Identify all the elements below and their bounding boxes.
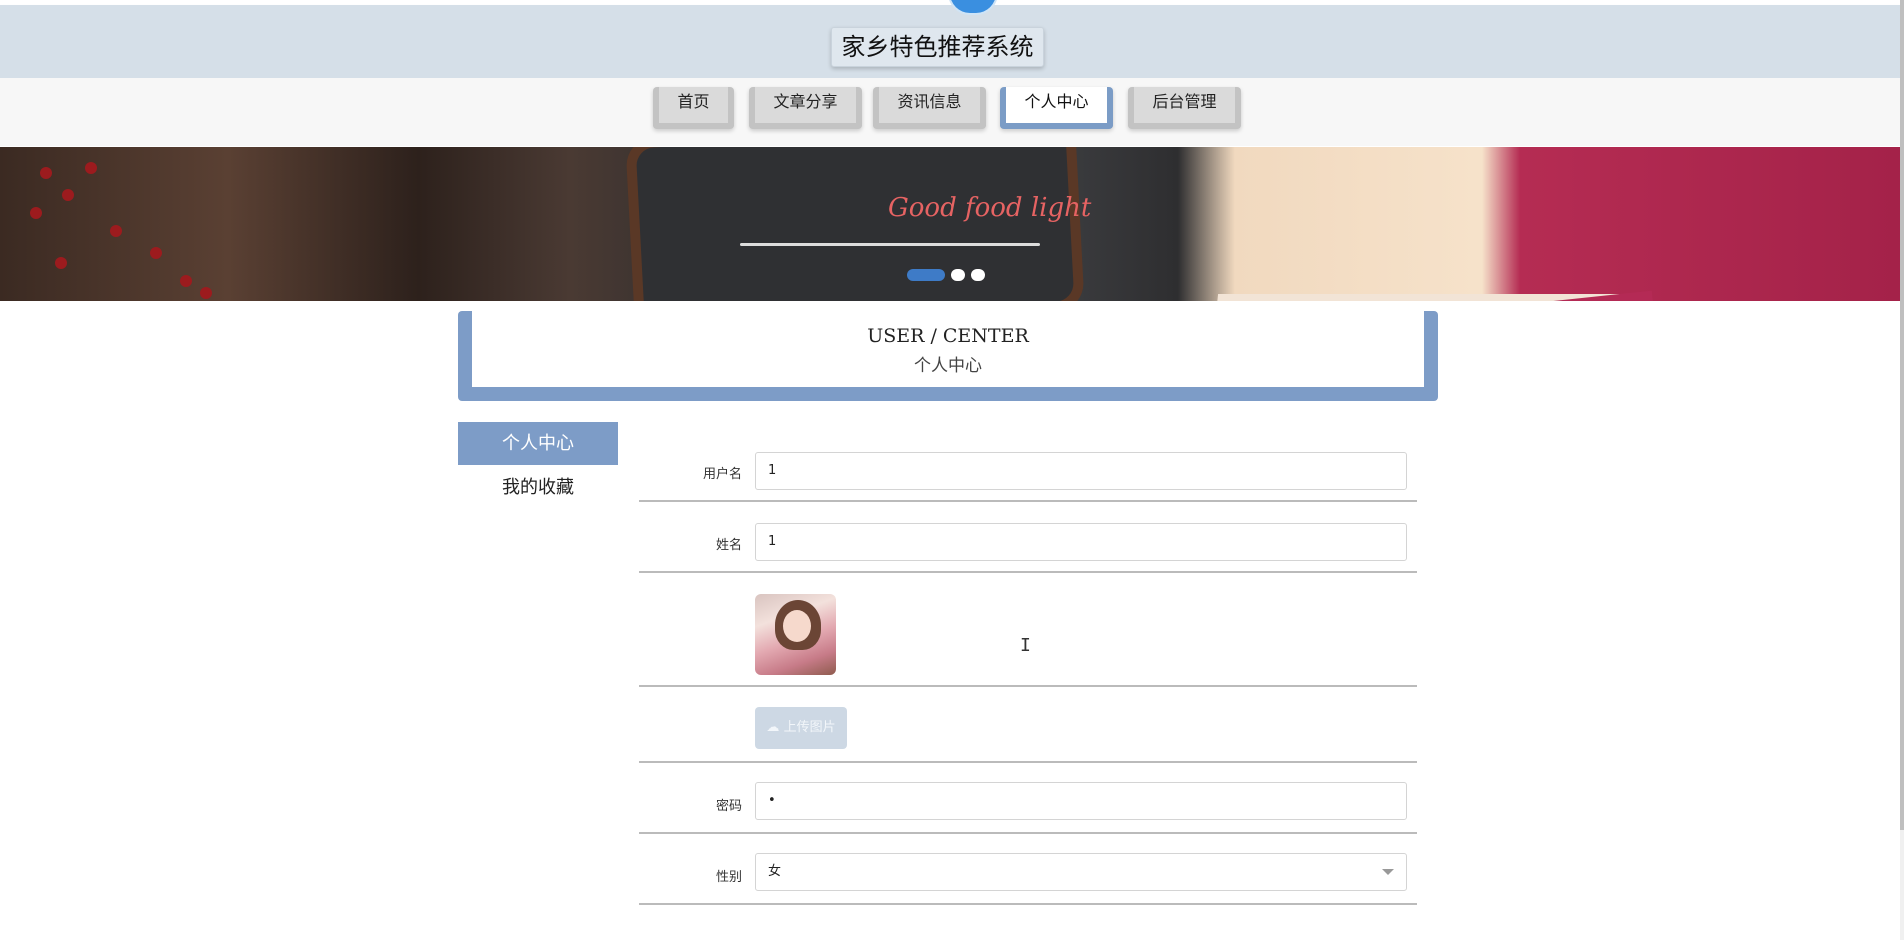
form-row-name: 姓名 1 [639,511,1417,573]
upload-button-label: 上传图片 [783,720,836,735]
nav-item-news[interactable]: 资讯信息 [873,87,986,129]
name-input[interactable]: 1 [755,523,1407,561]
main-nav: 首页 文章分享 资讯信息 个人中心 后台管理 [0,78,1900,146]
site-header: 家乡特色推荐系统 [0,0,1900,78]
avatar-image[interactable] [755,594,836,675]
gender-label: 性别 [715,870,742,885]
banner-slogan: Good food light [888,193,1092,223]
form-row-password: 密码 • [639,772,1417,834]
scrollbar-thumb[interactable] [1900,0,1904,830]
form-row-username: 用户名 1 [639,440,1417,502]
nav-item-user-center[interactable]: 个人中心 [1000,87,1113,129]
password-label: 密码 [715,799,742,814]
form-row-upload: ☁ 上传图片 [639,687,1417,763]
gender-select-value: 女 [768,864,782,879]
username-label: 用户名 [702,467,742,482]
sidebar-item-favorites[interactable]: 我的收藏 [458,466,618,509]
form-row-avatar [639,574,1417,687]
carousel-dot[interactable] [971,269,985,281]
avatar-icon[interactable] [948,0,998,15]
nav-item-home[interactable]: 首页 [653,87,734,129]
nav-item-articles[interactable]: 文章分享 [749,87,862,129]
site-title: 家乡特色推荐系统 [831,27,1044,67]
text-cursor-icon: I [1020,635,1031,656]
banner-divider [740,243,1040,246]
section-heading: USER / CENTER 个人中心 [458,311,1438,401]
form-row-gender: 性别 女 [639,843,1417,905]
page-scrollbar[interactable] [1900,0,1904,940]
banner-carousel[interactable] [0,147,1900,301]
sidebar-item-user-center[interactable]: 个人中心 [458,422,618,465]
section-title-cn: 个人中心 [914,356,982,376]
username-input[interactable]: 1 [755,452,1407,490]
banner-board-image [635,147,1075,301]
upload-image-button[interactable]: ☁ 上传图片 [755,707,847,749]
carousel-dot[interactable] [951,269,965,281]
password-input[interactable]: • [755,782,1407,820]
gender-select[interactable]: 女 [755,853,1407,891]
nav-item-admin[interactable]: 后台管理 [1128,87,1241,129]
section-title-en: USER / CENTER [867,325,1029,347]
name-label: 姓名 [715,538,742,553]
chevron-down-icon [1382,869,1394,875]
carousel-dot[interactable] [907,269,945,281]
cloud-upload-icon: ☁ [766,720,780,735]
